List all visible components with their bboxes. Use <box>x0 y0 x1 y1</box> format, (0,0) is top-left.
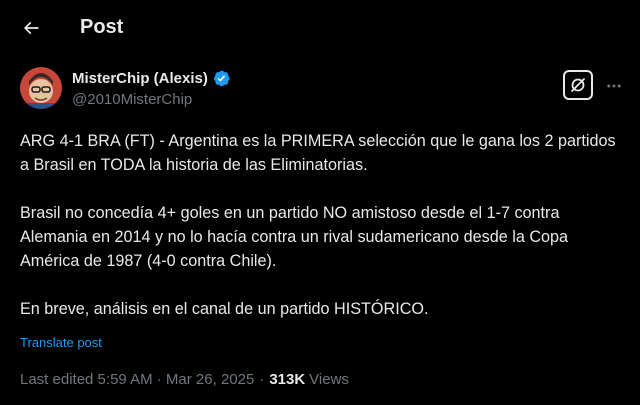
meta-separator: · <box>259 371 265 388</box>
translate-post-link[interactable]: Translate post <box>20 335 102 350</box>
post-paragraph: ARG 4-1 BRA (FT) - Argentina es la PRIME… <box>20 132 616 174</box>
post-header: Post <box>0 0 640 56</box>
views-label: Views <box>309 371 349 388</box>
author-row: MisterChip (Alexis) <box>72 69 231 88</box>
arrow-left-icon <box>23 21 39 35</box>
avatar[interactable] <box>20 67 62 109</box>
edited-timestamp[interactable]: Last edited 5:59 AM · Mar 26, 2025 <box>20 371 254 388</box>
page-title: Post <box>80 16 124 38</box>
views-count: 313K <box>269 371 306 388</box>
post-paragraph: En breve, análisis en el canal de un par… <box>20 300 429 318</box>
back-button[interactable] <box>12 9 50 47</box>
author-handle[interactable]: @2010MisterChip <box>72 91 192 108</box>
grok-button[interactable] <box>563 70 593 100</box>
post-meta: Last edited 5:59 AM · Mar 26, 2025 · 313… <box>20 371 349 388</box>
author-name[interactable]: MisterChip (Alexis) <box>72 70 208 87</box>
verified-badge-icon <box>213 70 230 87</box>
grok-icon <box>571 78 585 92</box>
post-text: ARG 4-1 BRA (FT) - Argentina es la PRIME… <box>20 129 624 321</box>
more-button[interactable] <box>602 74 626 98</box>
post-paragraph: Brasil no concedía 4+ goles en un partid… <box>20 204 569 270</box>
more-horizontal-icon <box>607 84 621 88</box>
